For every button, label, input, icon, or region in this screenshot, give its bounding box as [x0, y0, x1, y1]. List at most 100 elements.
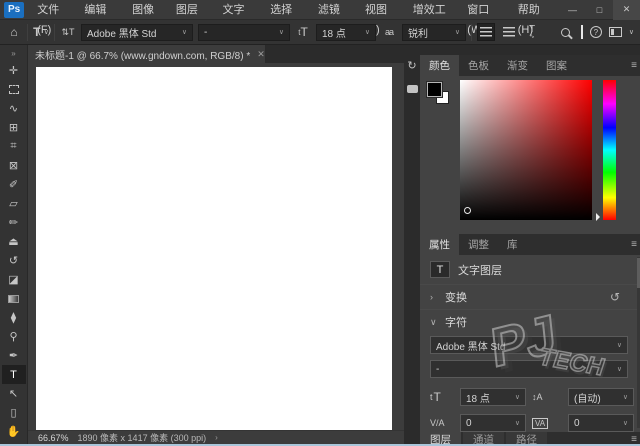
- character-font-style-select[interactable]: - ∨: [430, 360, 628, 378]
- kerning-select[interactable]: 0 ∨: [460, 414, 526, 432]
- history-panel-icon[interactable]: ↻: [404, 57, 420, 73]
- saturation-brightness-field[interactable]: [460, 80, 592, 220]
- search-button[interactable]: [558, 23, 574, 41]
- marquee-tool[interactable]: [2, 80, 26, 99]
- font-style-select[interactable]: - ∨: [198, 24, 290, 41]
- lasso-tool[interactable]: ∿: [2, 99, 26, 118]
- foreground-background-swatches[interactable]: [427, 82, 453, 106]
- comments-panel-icon[interactable]: [404, 81, 420, 97]
- dodge-tool[interactable]: ⚲: [2, 327, 26, 346]
- type-tool-preset-icon[interactable]: T ∨: [33, 23, 49, 41]
- zoom-level[interactable]: 66.67%: [38, 433, 69, 443]
- tracking-select[interactable]: 0 ∨: [568, 414, 634, 432]
- character-section-header[interactable]: ∨ 字符: [420, 310, 640, 334]
- tab-properties[interactable]: 属性: [420, 234, 459, 255]
- color-picker: [420, 76, 640, 234]
- leading-select[interactable]: (自动) ∨: [568, 388, 634, 406]
- pasteboard: [28, 63, 404, 430]
- divider: [581, 25, 583, 39]
- maximize-button[interactable]: □: [586, 0, 613, 20]
- tab-color[interactable]: 颜色: [420, 55, 459, 76]
- help-icon[interactable]: ?: [590, 26, 602, 38]
- chevron-down-icon: ∨: [430, 317, 438, 328]
- type-tool-icon: T: [10, 369, 17, 381]
- close-button[interactable]: ✕: [613, 0, 640, 20]
- menu-layer[interactable]: 图层(L): [169, 0, 216, 20]
- panel-dock: ↻ 颜色 色板 渐变 图案 ≡: [404, 45, 640, 444]
- type-tool[interactable]: T: [2, 365, 26, 384]
- properties-panel-tabs: 属性 调整 库 ≡: [420, 234, 640, 255]
- tools-panel: » ✛ ∿ ⊞ ⌗ ⊠ ✐ ▱ ✏ ⏏ ↺ ◪ ⧫ ⚲ ✒ T ↖ ▯ ✋: [0, 45, 28, 444]
- menu-file[interactable]: 文件(F): [30, 0, 77, 20]
- menu-view[interactable]: 视图(V): [358, 0, 406, 20]
- hand-tool[interactable]: ✋: [2, 422, 26, 441]
- home-icon[interactable]: ⌂: [6, 23, 22, 41]
- text-orientation-icon[interactable]: ⇅T: [60, 23, 76, 41]
- menu-filter[interactable]: 滤镜(T): [311, 0, 358, 20]
- document-tab-bar: 未标题-1 @ 66.7% (www.gndown.com, RGB/8) * …: [28, 45, 404, 63]
- anti-alias-select[interactable]: 锐利 ∨: [402, 24, 466, 41]
- history-brush-tool-icon: ↺: [9, 254, 18, 267]
- font-size-select[interactable]: 18 点 ∨: [316, 24, 376, 41]
- gradient-tool[interactable]: [2, 289, 26, 308]
- tab-swatches[interactable]: 色板: [459, 55, 498, 76]
- toolbar-collapse-button[interactable]: »: [11, 45, 15, 61]
- menu-window[interactable]: 窗口(W): [460, 0, 511, 20]
- menu-plugins[interactable]: 增效工具: [406, 0, 460, 20]
- blur-tool[interactable]: ⧫: [2, 308, 26, 327]
- tab-gradients[interactable]: 渐变: [498, 55, 537, 76]
- document-tab[interactable]: 未标题-1 @ 66.7% (www.gndown.com, RGB/8) * …: [28, 45, 266, 63]
- character-font-size-select[interactable]: 18 点 ∨: [460, 388, 526, 406]
- divider: [54, 24, 55, 41]
- font-family-select[interactable]: Adobe 黑体 Std ∨: [81, 24, 193, 41]
- brush-tool[interactable]: ✏: [2, 213, 26, 232]
- color-panel: 颜色 色板 渐变 图案 ≡: [420, 55, 640, 234]
- color-field-marker[interactable]: [464, 207, 471, 214]
- eyedropper-tool-icon: ✐: [9, 178, 18, 191]
- pen-tool[interactable]: ✒: [2, 346, 26, 365]
- menu-image[interactable]: 图像(I): [125, 0, 169, 20]
- minimize-button[interactable]: —: [559, 0, 586, 20]
- menu-help[interactable]: 帮助(H): [511, 0, 559, 20]
- align-left-button[interactable]: [477, 23, 495, 41]
- chevron-down-icon: ∨: [273, 28, 284, 36]
- workspace-icon[interactable]: [609, 27, 622, 37]
- clone-stamp-tool-icon: ⏏: [8, 235, 18, 248]
- eraser-tool[interactable]: ◪: [2, 270, 26, 289]
- frame-tool[interactable]: ⊠: [2, 156, 26, 175]
- chevron-right-icon: ›: [430, 292, 438, 302]
- path-selection-tool[interactable]: ↖: [2, 384, 26, 403]
- chevron-down-icon[interactable]: ∨: [629, 28, 634, 36]
- character-font-family-select[interactable]: Adobe 黑体 Std ∨: [430, 336, 628, 354]
- crop-tool[interactable]: ⌗: [2, 137, 26, 156]
- menu-select[interactable]: 选择(S): [263, 0, 311, 20]
- tab-patterns[interactable]: 图案: [537, 55, 576, 76]
- panel-menu-icon[interactable]: ≡: [631, 239, 640, 250]
- warp-text-button[interactable]: T∿: [523, 23, 541, 41]
- collapsed-panel-strip: ↻: [404, 45, 420, 444]
- panel-menu-icon[interactable]: ≡: [631, 60, 640, 71]
- chevron-down-icon: ∨: [44, 28, 49, 36]
- object-selection-tool[interactable]: ⊞: [2, 118, 26, 137]
- align-center-button[interactable]: [500, 23, 518, 41]
- move-tool[interactable]: ✛: [2, 61, 26, 80]
- healing-brush-tool-icon: ▱: [9, 197, 17, 210]
- clone-stamp-tool[interactable]: ⏏: [2, 232, 26, 251]
- align-left-icon: [480, 27, 492, 37]
- healing-brush-tool[interactable]: ▱: [2, 194, 26, 213]
- font-size-icon: tT: [430, 390, 454, 404]
- menu-edit[interactable]: 编辑(E): [77, 0, 125, 20]
- tab-adjustments[interactable]: 调整: [459, 234, 498, 255]
- history-brush-tool[interactable]: ↺: [2, 251, 26, 270]
- tab-libraries[interactable]: 库: [498, 234, 527, 255]
- rectangle-tool[interactable]: ▯: [2, 403, 26, 422]
- transform-section-header[interactable]: › 变换 ↺: [420, 285, 640, 309]
- reset-icon[interactable]: ↺: [610, 290, 620, 304]
- eyedropper-tool[interactable]: ✐: [2, 175, 26, 194]
- status-chevron-icon[interactable]: ›: [215, 433, 218, 442]
- close-tab-icon[interactable]: ✕: [257, 49, 265, 60]
- foreground-color-swatch[interactable]: [427, 82, 442, 97]
- hue-slider[interactable]: [603, 80, 616, 220]
- menu-type[interactable]: 文字(Y): [215, 0, 263, 20]
- canvas[interactable]: [36, 67, 392, 430]
